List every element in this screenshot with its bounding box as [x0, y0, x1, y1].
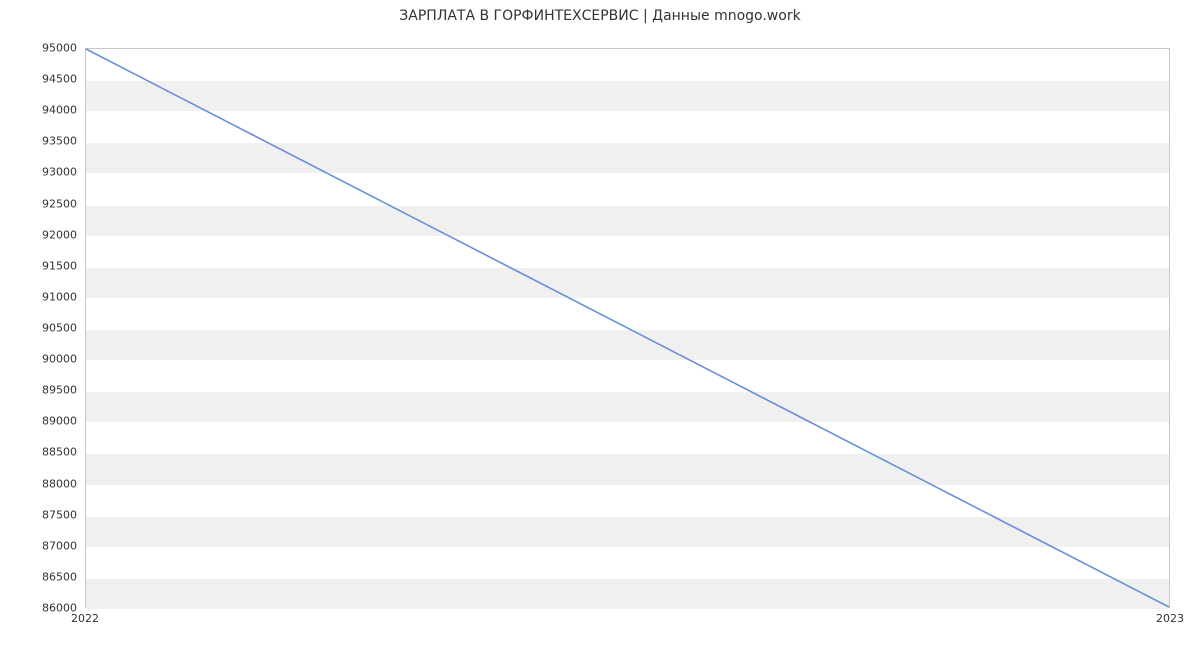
y-tick-label: 88500: [0, 446, 77, 459]
y-tick-label: 91000: [0, 290, 77, 303]
y-tick-label: 88000: [0, 477, 77, 490]
x-tick-label: 2022: [71, 612, 99, 625]
y-tick-label: 86500: [0, 570, 77, 583]
chart-title: ЗАРПЛАТА В ГОРФИНТЕХСЕРВИС | Данные mnog…: [0, 8, 1200, 24]
chart-container: ЗАРПЛАТА В ГОРФИНТЕХСЕРВИС | Данные mnog…: [0, 0, 1200, 650]
y-tick-label: 87500: [0, 508, 77, 521]
y-tick-label: 89500: [0, 384, 77, 397]
gridline: [86, 609, 1169, 610]
series-line: [86, 49, 1169, 607]
y-tick-label: 94500: [0, 73, 77, 86]
y-tick-label: 90500: [0, 322, 77, 335]
plot-area: [85, 48, 1170, 608]
y-tick-label: 90000: [0, 353, 77, 366]
y-tick-label: 87000: [0, 539, 77, 552]
y-tick-label: 92500: [0, 197, 77, 210]
y-tick-label: 91500: [0, 259, 77, 272]
y-tick-label: 92000: [0, 228, 77, 241]
y-tick-label: 93500: [0, 135, 77, 148]
y-tick-label: 95000: [0, 42, 77, 55]
y-tick-label: 93000: [0, 166, 77, 179]
y-tick-label: 94000: [0, 104, 77, 117]
line-series: [86, 49, 1169, 607]
x-tick-label: 2023: [1156, 612, 1184, 625]
y-tick-label: 89000: [0, 415, 77, 428]
y-tick-label: 86000: [0, 602, 77, 615]
